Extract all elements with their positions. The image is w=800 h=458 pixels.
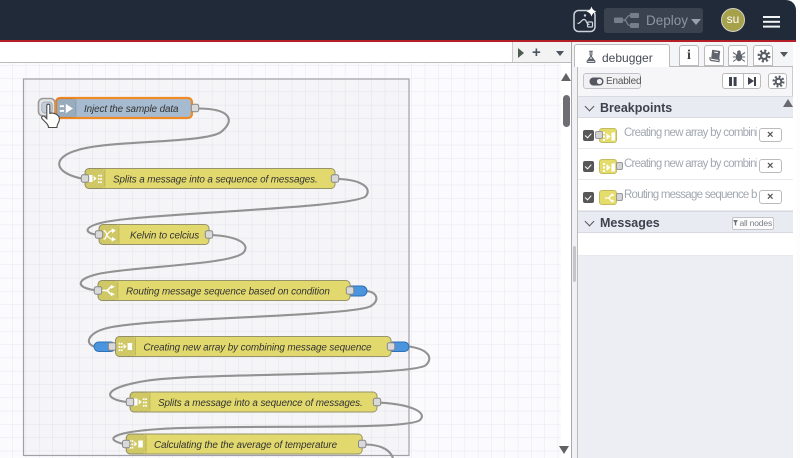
- svg-text:Calculating the the average of: Calculating the the average of temperatu…: [154, 440, 338, 451]
- svg-text:Creating new array by combinin: Creating new array by combining message …: [144, 343, 373, 354]
- svg-text:Routing message sequence based: Routing message sequence based on condit…: [126, 287, 330, 298]
- svg-text:Kelvin to celcius: Kelvin to celcius: [130, 231, 199, 242]
- svg-text:Splits a message into a sequen: Splits a message into a sequence of mess…: [158, 398, 363, 409]
- svg-text:Inject the sample data: Inject the sample data: [84, 104, 179, 115]
- svg-text:Splits a message into a sequen: Splits a message into a sequence of mess…: [113, 175, 318, 186]
